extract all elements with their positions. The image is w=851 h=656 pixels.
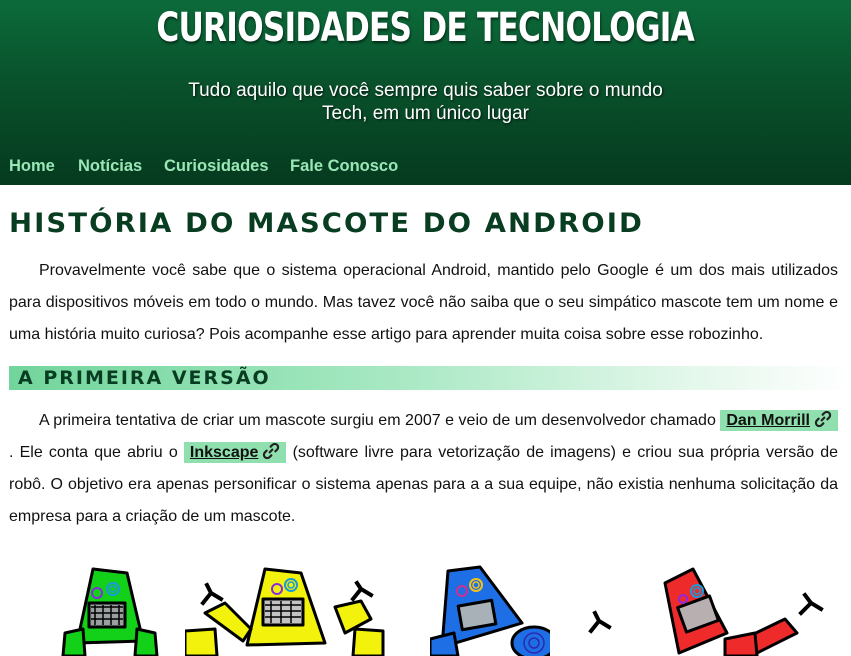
dan-morrill-label: Dan Morrill: [726, 412, 811, 429]
dan-morrill-link[interactable]: Dan Morrill: [720, 410, 839, 431]
robots-illustration: [0, 563, 851, 656]
page-title: HISTÓRIA DO MASCOTE DO ANDROID: [9, 208, 644, 239]
nav-item-home[interactable]: Home: [9, 154, 55, 178]
blue-robot-icon: [430, 565, 550, 656]
section-title: A PRIMEIRA VERSÃO: [18, 367, 271, 389]
inkscape-label: Inkscape: [189, 444, 259, 461]
site-header: CURIOSIDADES DE TECNOLOGIA Tudo aquilo q…: [0, 0, 851, 185]
site-subtitle-line-1: Tudo aquilo que você sempre quis saber s…: [188, 80, 663, 101]
intro-paragraph: Provavelmente você sabe que o sistema op…: [9, 262, 838, 343]
chain-link-icon: [263, 442, 280, 460]
green-robot-icon: [61, 567, 159, 656]
nav-item-curiosidades[interactable]: Curiosidades: [164, 154, 269, 178]
inkscape-link[interactable]: Inkscape: [183, 442, 287, 463]
nav-item-noticias[interactable]: Notícias: [78, 154, 142, 178]
red-robot-icon: [588, 567, 824, 656]
yellow-robot-icon: [185, 567, 385, 656]
section-heading-bar: A PRIMEIRA VERSÃO: [9, 366, 851, 390]
chain-link-icon: [814, 410, 832, 428]
nav-item-fale-conosco[interactable]: Fale Conosco: [290, 154, 398, 178]
main-nav: Home Notícias Curiosidades Fale Conosco: [0, 154, 851, 180]
site-subtitle-line-2: Tech, em um único lugar: [322, 103, 529, 124]
site-subtitle: Tudo aquilo que você sempre quis saber s…: [0, 79, 851, 125]
section-text-1: A primeira tentativa de criar um mascote…: [39, 412, 716, 429]
section-paragraph: A primeira tentativa de criar um mascote…: [9, 405, 839, 533]
article: HISTÓRIA DO MASCOTE DO ANDROID Provavelm…: [0, 185, 851, 656]
section-text-2: . Ele conta que abriu o: [9, 444, 178, 461]
site-title: CURIOSIDADES DE TECNOLOGIA: [156, 5, 694, 51]
